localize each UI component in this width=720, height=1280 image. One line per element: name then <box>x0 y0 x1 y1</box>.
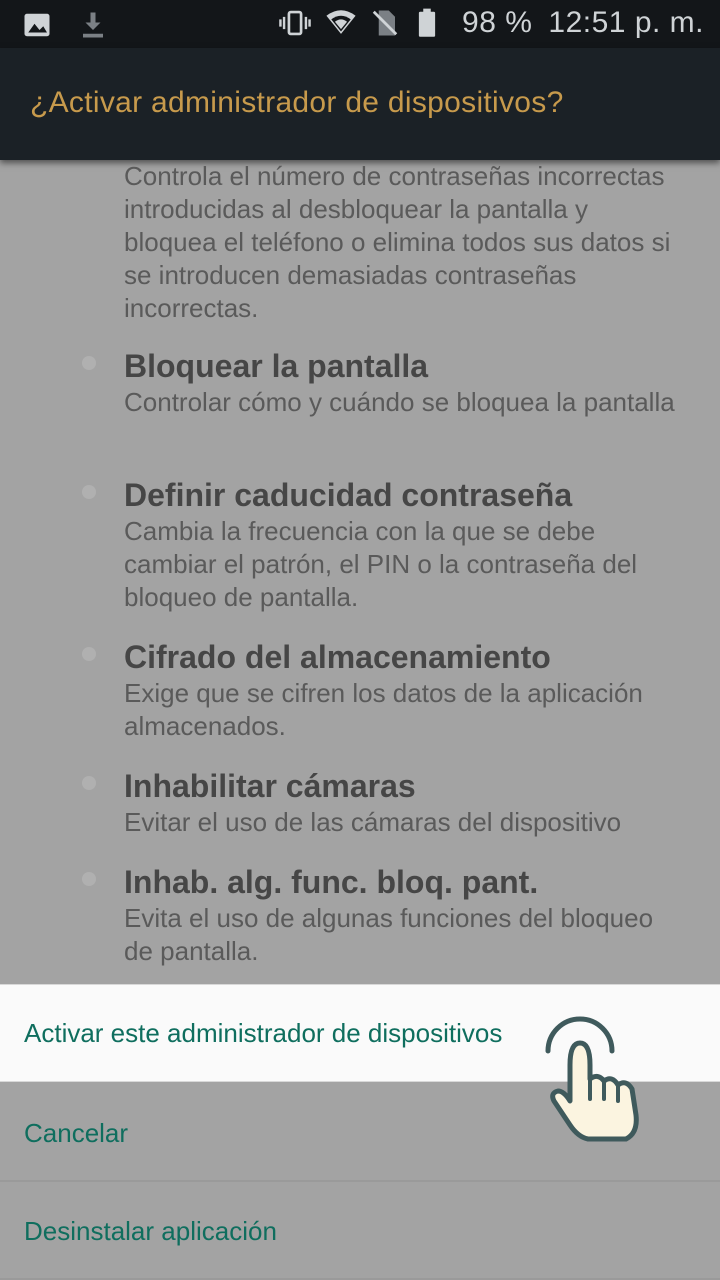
permission-title: Cifrado del almacenamiento <box>124 639 551 675</box>
permissions-list[interactable]: Controla el número de contraseñas incorr… <box>0 160 720 980</box>
bullet-icon <box>82 356 96 370</box>
cancel-label: Cancelar <box>24 1117 129 1148</box>
app-bar: ¿Activar administrador de dispositivos? <box>0 48 720 160</box>
uninstall-label: Desinstalar aplicación <box>24 1215 277 1246</box>
vibrate-icon <box>278 8 311 38</box>
battery-percentage: 98 % <box>462 6 533 39</box>
permission-description: Evitar el uso de las cámaras del disposi… <box>124 807 622 837</box>
permission-title: Definir caducidad contraseña <box>124 477 573 513</box>
uninstall-app-button[interactable]: Desinstalar aplicación <box>0 1182 720 1280</box>
image-icon <box>22 10 52 40</box>
intro-description: Controla el número de contraseñas incorr… <box>124 161 671 323</box>
no-sim-icon <box>370 8 400 38</box>
bullet-icon <box>82 647 96 661</box>
bullet-icon <box>82 872 96 886</box>
permission-title: Bloquear la pantalla <box>124 348 429 384</box>
bullet-icon <box>82 776 96 790</box>
permission-description: Evita el uso de algunas funciones del bl… <box>124 903 654 966</box>
tap-hand-icon <box>540 1015 660 1155</box>
dialog-title: ¿Activar administrador de dispositivos? <box>30 86 564 119</box>
permission-description: Controlar cómo y cuándo se bloquea la pa… <box>124 387 675 417</box>
permission-description: Exige que se cifren los datos de la apli… <box>124 678 643 741</box>
wifi-icon <box>324 8 356 38</box>
permission-description: Cambia la frecuencia con la que se debe … <box>124 516 638 612</box>
status-left-icons <box>22 10 108 40</box>
permission-title: Inhab. alg. func. bloq. pant. <box>124 864 539 900</box>
status-bar: 98 % 12:51 p. m. <box>0 0 720 48</box>
battery-icon <box>416 8 446 38</box>
permission-title: Inhabilitar cámaras <box>124 768 416 804</box>
status-right-group: 98 % 12:51 p. m. <box>278 6 704 40</box>
activate-admin-label: Activar este administrador de dispositiv… <box>24 1017 503 1048</box>
download-icon <box>78 10 108 40</box>
bullet-icon <box>82 485 96 499</box>
clock: 12:51 p. m. <box>548 6 704 39</box>
